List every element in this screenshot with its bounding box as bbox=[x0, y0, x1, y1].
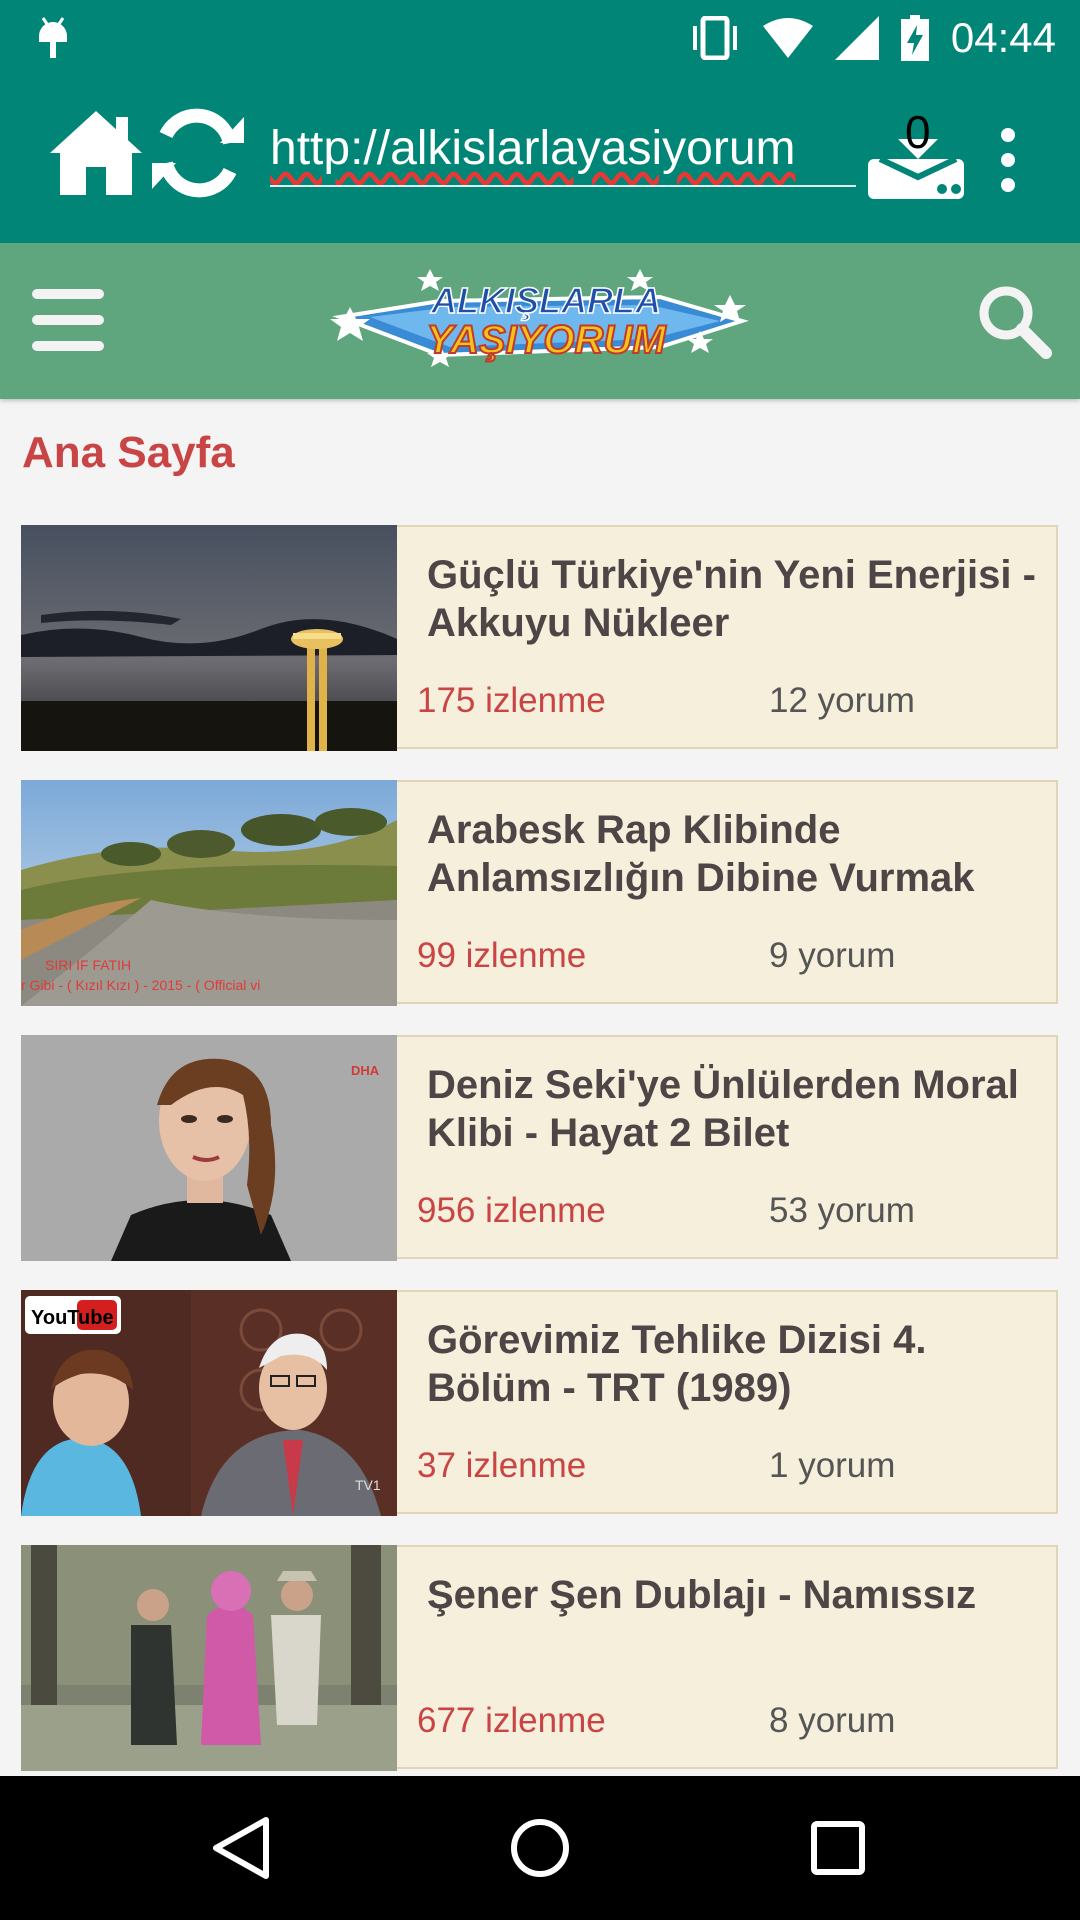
view-count: 99 izlenme bbox=[417, 936, 587, 975]
video-title[interactable]: Arabesk Rap Klibinde Anlamsızlığın Dibin… bbox=[427, 806, 1037, 902]
comment-count: 9 yorum bbox=[769, 936, 896, 975]
comment-count: 8 yorum bbox=[769, 1701, 896, 1740]
video-title[interactable]: Güçlü Türkiye'nin Yeni Enerjisi - Akkuyu… bbox=[427, 551, 1037, 647]
wifi-icon bbox=[762, 18, 813, 58]
signal-icon bbox=[834, 16, 879, 60]
video-card[interactable]: Şener Şen Dublajı - Namıssız 677 izlenme… bbox=[21, 1545, 1058, 1771]
site-header: ALKIŞLARLA YAŞIYORUM bbox=[0, 243, 1080, 399]
site-logo[interactable]: ALKIŞLARLA YAŞIYORUM bbox=[330, 261, 752, 381]
video-thumbnail[interactable]: SIRI IF FATIH r Gibi - ( Kızıl Kızı ) - … bbox=[21, 780, 397, 1006]
video-title[interactable]: Deniz Seki'ye Ünlülerden Moral Klibi - H… bbox=[427, 1061, 1037, 1157]
svg-text:SIRI IF FATIH: SIRI IF FATIH bbox=[45, 957, 131, 973]
download-count: 0 bbox=[905, 106, 931, 158]
video-list: Güçlü Türkiye'nin Yeni Enerjisi - Akkuyu… bbox=[21, 525, 1058, 1800]
reload-icon[interactable] bbox=[150, 103, 246, 203]
svg-text:TV1: TV1 bbox=[355, 1477, 381, 1493]
status-time: 04:44 bbox=[950, 14, 1056, 61]
system-nav-bar bbox=[0, 1776, 1080, 1920]
svg-text:r Gibi - ( Kızıl Kızı ) - 2015: r Gibi - ( Kızıl Kızı ) - 2015 - ( Offic… bbox=[21, 977, 260, 993]
video-thumbnail[interactable]: DHA bbox=[21, 1035, 397, 1261]
home-circle-icon[interactable] bbox=[502, 1810, 578, 1886]
svg-text:YAŞIYORUM: YAŞIYORUM bbox=[426, 318, 667, 362]
vibrate-icon bbox=[692, 16, 737, 60]
comment-count: 1 yorum bbox=[769, 1446, 896, 1485]
url-input[interactable]: http://alkislarlayasiyorum bbox=[270, 115, 856, 187]
comment-count: 12 yorum bbox=[769, 681, 915, 720]
video-card[interactable]: YouTube TV1 Görevimiz Tehlike Dizisi 4. … bbox=[21, 1290, 1058, 1516]
home-icon[interactable] bbox=[46, 103, 146, 203]
view-count: 37 izlenme bbox=[417, 1446, 587, 1485]
page-title: Ana Sayfa bbox=[22, 428, 235, 477]
video-card[interactable]: DHA Deniz Seki'ye Ünlülerden Moral Klibi… bbox=[21, 1035, 1058, 1261]
svg-text:YouTube: YouTube bbox=[31, 1307, 114, 1329]
video-card[interactable]: Güçlü Türkiye'nin Yeni Enerjisi - Akkuyu… bbox=[21, 525, 1058, 751]
android-debug-icon bbox=[39, 17, 67, 58]
svg-text:DHA: DHA bbox=[351, 1063, 380, 1078]
comment-count: 53 yorum bbox=[769, 1191, 915, 1230]
search-icon[interactable] bbox=[976, 283, 1052, 359]
video-thumbnail[interactable] bbox=[21, 525, 397, 751]
svg-text:ALKIŞLARLA: ALKIŞLARLA bbox=[430, 280, 661, 321]
view-count: 175 izlenme bbox=[417, 681, 606, 720]
recents-icon[interactable] bbox=[800, 1810, 876, 1886]
view-count: 956 izlenme bbox=[417, 1191, 606, 1230]
hamburger-menu-icon[interactable] bbox=[32, 289, 104, 351]
overflow-menu-icon[interactable] bbox=[990, 125, 1026, 195]
video-title[interactable]: Şener Şen Dublajı - Namıssız bbox=[427, 1571, 1037, 1619]
video-title[interactable]: Görevimiz Tehlike Dizisi 4. Bölüm - TRT … bbox=[427, 1316, 1037, 1412]
back-icon[interactable] bbox=[204, 1810, 280, 1886]
battery-charging-icon bbox=[900, 15, 929, 61]
video-card[interactable]: SIRI IF FATIH r Gibi - ( Kızıl Kızı ) - … bbox=[21, 780, 1058, 1006]
view-count: 677 izlenme bbox=[417, 1701, 606, 1740]
video-thumbnail[interactable] bbox=[21, 1545, 397, 1771]
video-thumbnail[interactable]: YouTube TV1 bbox=[21, 1290, 397, 1516]
browser-toolbar: http://alkislarlayasiyorum 0 bbox=[0, 75, 1080, 243]
status-bar: 04:44 bbox=[0, 0, 1080, 75]
